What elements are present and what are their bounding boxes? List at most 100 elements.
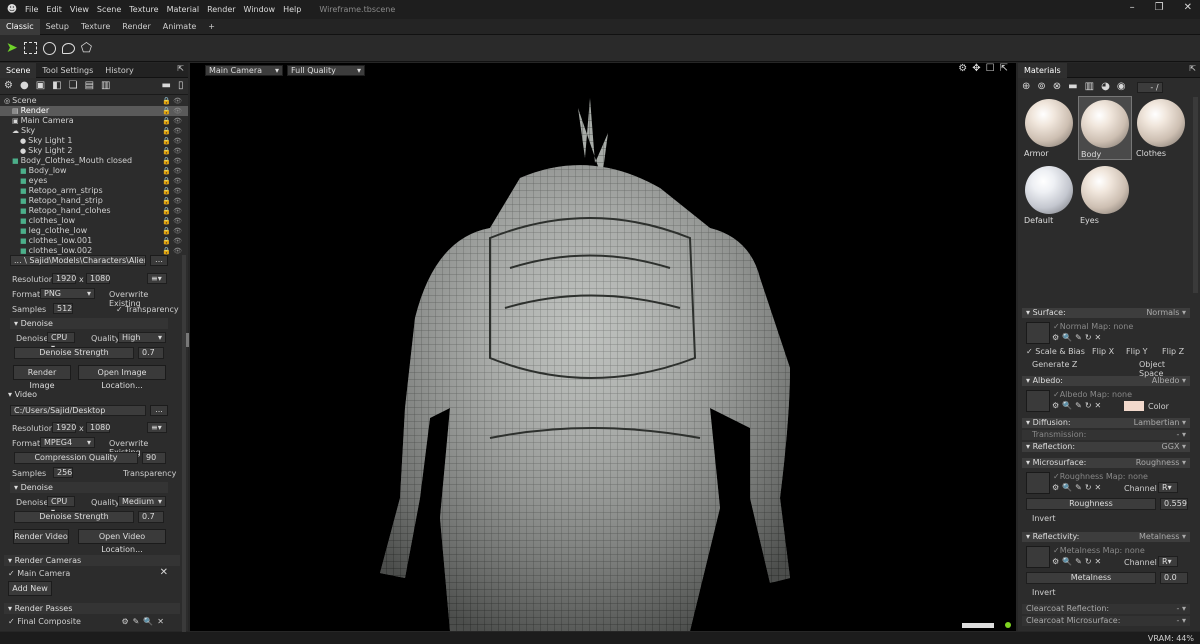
material-picker-icon[interactable]: ◕ [1101, 82, 1110, 92]
tab-add[interactable]: + [202, 19, 221, 35]
lock-visibility-icons[interactable]: 🔒 👁 [162, 176, 182, 186]
minimize-icon[interactable]: – [1130, 3, 1135, 13]
materials-popout-icon[interactable]: ⇱ [1189, 65, 1196, 73]
clearcoat-microsurface-header[interactable]: Clearcoat Microsurface: - ▾ [1022, 616, 1190, 626]
menu-file[interactable]: File [25, 5, 38, 14]
tree-item[interactable]: ◎ Scene 🔒 👁 [0, 96, 188, 106]
scale-bias-checkbox[interactable]: ✓ Scale & Bias [1026, 347, 1085, 356]
add-object-icon[interactable]: ⚙ [4, 81, 13, 91]
video-format-dropdown[interactable]: MPEG4 ▾ [40, 437, 95, 448]
video-samples-field[interactable]: 256 [53, 467, 73, 478]
lock-visibility-icons[interactable]: 🔒 👁 [162, 126, 182, 136]
image-width-field[interactable]: 1920 [52, 273, 76, 284]
lock-visibility-icons[interactable]: 🔒 👁 [162, 146, 182, 156]
remove-camera-icon[interactable]: ✕ [160, 568, 168, 578]
viewport-left-handle[interactable] [186, 333, 189, 347]
metalness-invert-checkbox[interactable]: Invert [1032, 588, 1056, 597]
roughness-invert-checkbox[interactable]: Invert [1032, 514, 1056, 523]
video-path-button[interactable]: ... [150, 405, 168, 416]
transmission-header[interactable]: Transmission: - ▾ [1022, 430, 1190, 440]
lock-visibility-icons[interactable]: 🔒 👁 [162, 116, 182, 126]
menu-texture[interactable]: Texture [129, 5, 158, 14]
metalness-value[interactable]: 0.0 [1160, 572, 1188, 584]
tree-item[interactable]: ■ Retopo_hand_clohes 🔒 👁 [0, 206, 188, 216]
file-icon[interactable]: ▯ [178, 81, 184, 91]
video-denoise-quality-dropdown[interactable]: Medium ▾ [118, 496, 166, 507]
material-card[interactable]: Armor [1022, 96, 1076, 160]
tab-render[interactable]: Render [116, 19, 156, 35]
lock-visibility-icons[interactable]: 🔒 👁 [162, 156, 182, 166]
roughness-map-tools[interactable]: ⚙🔍✎↻✕ [1052, 483, 1104, 492]
rect-select-icon[interactable] [23, 42, 37, 54]
resolution-preset-dropdown[interactable]: ≡▾ [147, 273, 167, 284]
tab-tool-settings[interactable]: Tool Settings [36, 63, 99, 78]
render-image-button[interactable]: Render Image [13, 365, 71, 390]
lock-visibility-icons[interactable]: 🔒 👁 [162, 96, 182, 106]
lock-visibility-icons[interactable]: 🔒 👁 [162, 186, 182, 196]
tree-item[interactable]: ■ leg_clothe_low 🔒 👁 [0, 226, 188, 236]
microsurface-header[interactable]: ▾ Microsurface: Roughness ▾ [1022, 458, 1190, 468]
duplicate-material-icon[interactable]: ⊚ [1037, 82, 1045, 92]
material-folder-icon[interactable]: ▬ [1068, 82, 1077, 92]
roughness-value[interactable]: 0.559 [1160, 498, 1188, 510]
add-camera-icon[interactable]: ▣ [36, 81, 45, 91]
compression-quality-slider[interactable]: Compression Quality [14, 452, 138, 464]
camera-dropdown[interactable]: Main Camera ▾ [205, 65, 283, 76]
add-shape-icon[interactable]: ◧ [52, 81, 61, 91]
roughness-channel-dropdown[interactable]: R▾ [1158, 482, 1178, 493]
video-width-field[interactable]: 1920 [52, 422, 76, 433]
albedo-map-tools[interactable]: ⚙🔍✎↻✕ [1052, 401, 1104, 410]
format-dropdown[interactable]: PNG ▾ [40, 288, 95, 299]
tab-materials[interactable]: Materials [1018, 62, 1067, 78]
reflectivity-header[interactable]: ▾ Reflectivity: Metalness ▾ [1022, 532, 1190, 542]
denoise-quality-dropdown[interactable]: High ▾ [118, 332, 166, 343]
tab-animate[interactable]: Animate [157, 19, 203, 35]
albedo-color-swatch[interactable] [1124, 401, 1144, 411]
material-delete-icon[interactable]: ▥ [1085, 82, 1094, 92]
menu-window[interactable]: Window [244, 5, 276, 14]
image-path-field[interactable]: ... \ Sajid\Models\Characters\Alien\Sur.… [10, 255, 146, 266]
material-card[interactable]: Body [1078, 96, 1132, 160]
select-arrow-icon[interactable]: ➤ [6, 41, 18, 55]
close-icon[interactable]: ✕ [1184, 3, 1192, 13]
frame-icon[interactable]: ☐ [986, 64, 995, 74]
tree-item[interactable]: ■ Body_low 🔒 👁 [0, 166, 188, 176]
video-denoise-strength-value[interactable]: 0.7 [138, 511, 164, 523]
tree-item[interactable]: ■ clothes_low.001 🔒 👁 [0, 236, 188, 246]
video-resolution-preset-dropdown[interactable]: ≡▾ [147, 422, 167, 433]
roughness-map-thumb[interactable] [1026, 472, 1050, 494]
video-denoise-device-dropdown[interactable]: CPU ▾ [47, 496, 75, 516]
video-denoise-strength-slider[interactable]: Denoise Strength [14, 511, 134, 523]
menu-material[interactable]: Material [167, 5, 200, 14]
lock-visibility-icons[interactable]: 🔒 👁 [162, 206, 182, 216]
tree-item[interactable]: ▣ Main Camera 🔒 👁 [0, 116, 188, 126]
duplicate-icon[interactable]: ❏ [69, 81, 78, 91]
camera-list-item[interactable]: ✓ Main Camera ✕ [0, 566, 180, 580]
material-card[interactable]: Default [1022, 163, 1076, 227]
lock-visibility-icons[interactable]: 🔒 👁 [162, 196, 182, 206]
lock-visibility-icons[interactable]: 🔒 👁 [162, 106, 182, 116]
image-height-field[interactable]: 1080 [86, 273, 110, 284]
pass-list-item[interactable]: ✓ Final Composite ⚙✎🔍✕ [0, 614, 180, 628]
tree-item[interactable]: ☁ Sky 🔒 👁 [0, 126, 188, 136]
materials-scrollbar[interactable] [1193, 97, 1198, 293]
metalness-slider[interactable]: Metalness [1026, 572, 1156, 584]
material-grid-icon[interactable]: ⊗ [1053, 82, 1061, 92]
denoise-strength-slider[interactable]: Denoise Strength [14, 347, 134, 359]
open-image-location-button[interactable]: Open Image Location... [78, 365, 166, 390]
lasso-select-icon[interactable] [61, 42, 75, 54]
viewport[interactable]: Main Camera ▾ Full Quality ▾ ⚙ ✥ ☐ ⇱ [186, 63, 1016, 631]
surface-header[interactable]: ▾ Surface: Normals ▾ [1022, 308, 1190, 318]
render-video-button[interactable]: Render Video [13, 529, 69, 544]
tree-item[interactable]: ▤ Render 🔒 👁 [0, 106, 188, 116]
ellipse-select-icon[interactable] [42, 41, 56, 55]
lock-visibility-icons[interactable]: 🔒 👁 [162, 226, 182, 236]
menu-edit[interactable]: Edit [46, 5, 62, 14]
tab-setup[interactable]: Setup [40, 19, 75, 35]
denoise-device-dropdown[interactable]: CPU ▾ [47, 332, 75, 352]
maximize-icon[interactable]: ❐ [1155, 3, 1164, 13]
left-scrollbar[interactable] [182, 255, 186, 635]
render-passes-header[interactable]: ▾ Render Passes [4, 603, 180, 614]
samples-field[interactable]: 512 [53, 303, 73, 314]
metalness-channel-dropdown[interactable]: R▾ [1158, 556, 1178, 567]
